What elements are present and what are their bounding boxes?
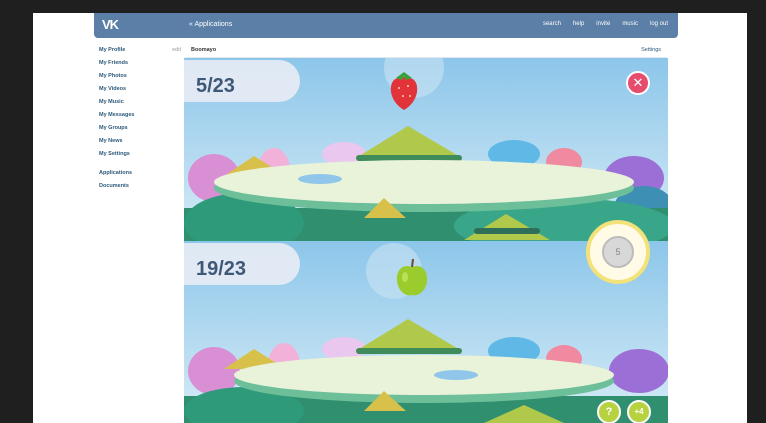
page: VK « Applications search help invite mus… <box>33 13 747 423</box>
top-menu-music[interactable]: music <box>622 21 638 27</box>
player-two-score: 19/23 <box>196 258 247 280</box>
top-menu-search[interactable]: search <box>543 21 561 27</box>
breadcrumb[interactable]: « Applications <box>189 21 232 28</box>
bonus-button[interactable]: +4 <box>627 400 651 423</box>
top-navigation-bar: VK « Applications search help invite mus… <box>94 13 678 38</box>
sidebar-item-settings[interactable]: My Settings <box>99 148 181 161</box>
score-label <box>196 69 198 74</box>
sidebar-item-profile[interactable]: My Profile edit <box>99 44 181 57</box>
sidebar-item-groups[interactable]: My Groups <box>99 122 181 135</box>
green-apple-icon <box>396 258 428 296</box>
top-menu-invite[interactable]: invite <box>596 21 610 27</box>
sidebar-item-videos[interactable]: My Videos <box>99 83 181 96</box>
top-menu-logout[interactable]: log out <box>650 21 668 27</box>
app-header: Boomayo Settings <box>185 44 667 58</box>
player-one-board: 5/23 ✕ <box>184 58 668 241</box>
player-two-score-panel: 19/23 <box>184 243 300 285</box>
close-button[interactable]: ✕ <box>626 71 650 95</box>
round-timer: 5 <box>586 220 650 284</box>
sidebar-item-applications[interactable]: Applications <box>99 167 181 180</box>
vk-logo[interactable]: VK <box>102 17 119 32</box>
player-one-score: 5/23 <box>196 75 235 97</box>
sidebar-item-photos[interactable]: My Photos <box>99 70 181 83</box>
strawberry-icon <box>390 72 418 110</box>
sidebar-item-label: My Profile <box>99 47 126 53</box>
player-one-score-panel: 5/23 <box>184 60 300 102</box>
sidebar-item-news[interactable]: My News <box>99 135 181 148</box>
sidebar-item-friends[interactable]: My Friends <box>99 57 181 70</box>
edit-profile-link[interactable]: edit <box>172 44 181 57</box>
app-settings-link[interactable]: Settings <box>641 47 661 53</box>
sidebar-item-music[interactable]: My Music <box>99 96 181 109</box>
sidebar: My Profile edit My Friends My Photos My … <box>99 44 181 193</box>
score-label <box>196 252 198 257</box>
game-area[interactable]: 5/23 ✕ 19/23 5 ? +4 <box>184 58 668 423</box>
top-menu: search help invite music log out <box>543 21 668 27</box>
sidebar-item-messages[interactable]: My Messages <box>99 109 181 122</box>
timer-value: 5 <box>602 236 634 268</box>
app-title: Boomayo <box>191 47 217 53</box>
top-menu-help[interactable]: help <box>573 21 584 27</box>
sidebar-item-documents[interactable]: Documents <box>99 180 181 193</box>
help-button[interactable]: ? <box>597 400 621 423</box>
